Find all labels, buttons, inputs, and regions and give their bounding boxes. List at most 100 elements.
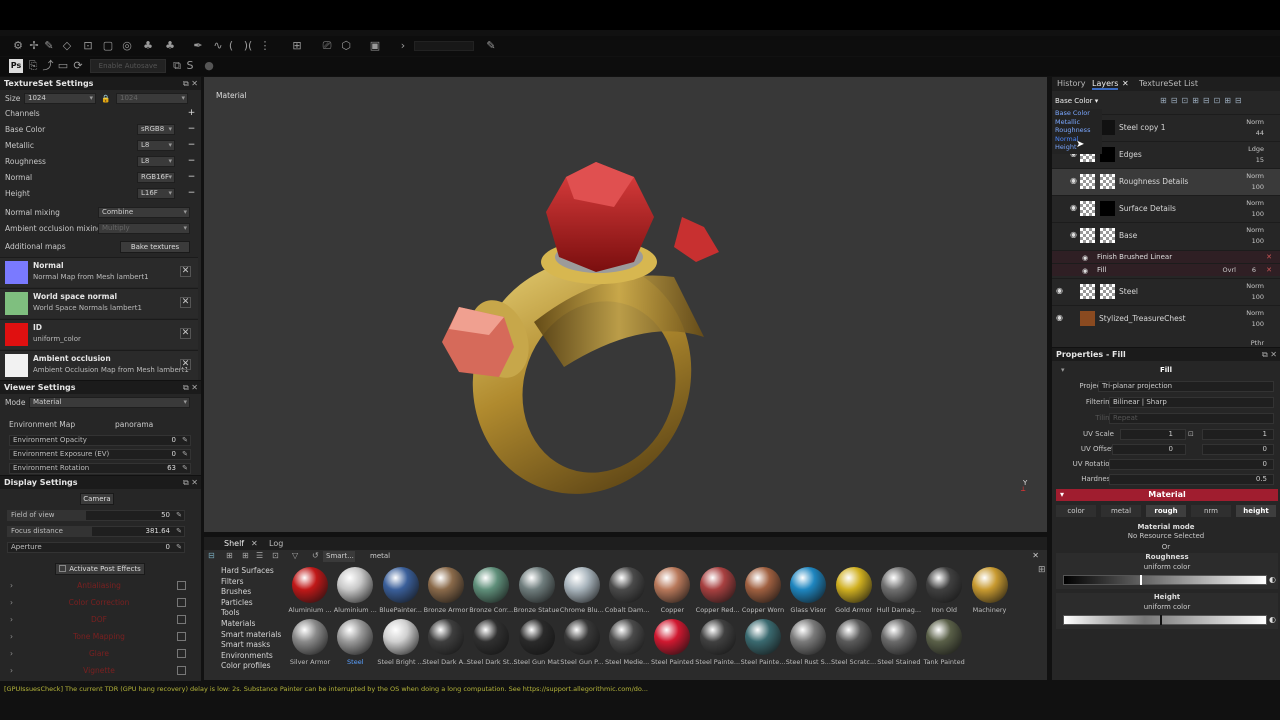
environment-exposure-slider[interactable]: Environment Exposure (EV) 0 ✎ xyxy=(9,449,191,460)
folder-icon[interactable]: ▭ xyxy=(56,59,70,73)
fill-section-header[interactable]: ▾ Fill xyxy=(1052,363,1280,378)
shelf-material[interactable]: Silver Armor xyxy=(287,619,333,679)
shelf-material[interactable]: Copper Red... xyxy=(695,567,741,627)
channel-format-dropdown[interactable]: L8 xyxy=(137,156,175,167)
projection-dropdown[interactable]: Tri-planar projection xyxy=(1098,381,1274,392)
uv-offset-input[interactable]: 0 xyxy=(1112,444,1186,455)
shelf-material[interactable]: Glass Visor xyxy=(785,567,831,627)
additional-map-item[interactable]: Normal Normal Map from Mesh lambert1 ✕ xyxy=(0,257,198,287)
shelf-material[interactable]: Steel Gun Mat xyxy=(513,619,560,679)
shelf-material[interactable]: Machinery xyxy=(967,567,1013,627)
shelf-material[interactable]: Copper xyxy=(649,567,695,627)
screenshot-icon[interactable]: ▣ xyxy=(368,39,382,53)
remove-map-button[interactable]: ✕ xyxy=(180,359,191,370)
shelf-material[interactable]: BluePainter... xyxy=(378,567,424,627)
shelf-material[interactable]: Copper Worn xyxy=(740,567,786,627)
shelf-material[interactable]: Steel Painte... xyxy=(740,619,786,679)
shelf-material[interactable]: Cobalt Dam... xyxy=(604,567,650,627)
tab-shelf[interactable]: Shelf xyxy=(224,537,244,550)
shelf-material[interactable]: Chrome Blu... xyxy=(559,567,605,627)
panel-controls[interactable]: ⧉ ✕ xyxy=(183,381,198,394)
tab-textureset-list[interactable]: TextureSet List xyxy=(1139,77,1198,90)
3d-viewport[interactable]: Material Y ┴ xyxy=(204,77,1047,532)
section-checkbox[interactable] xyxy=(177,649,186,658)
focus-distance-slider[interactable]: Focus distance 381.64 ✎ xyxy=(7,526,185,537)
visibility-icon[interactable]: ◉ xyxy=(1082,254,1088,262)
shelf-material[interactable]: Steel Painted xyxy=(649,619,695,679)
post-effects-checkbox[interactable] xyxy=(59,565,66,572)
uv-offset-input-2[interactable]: 0 xyxy=(1202,444,1274,455)
shelf-category[interactable]: Filters xyxy=(221,576,243,587)
field-of-view-slider[interactable]: Field of view 50 ✎ xyxy=(7,510,185,521)
tab-log[interactable]: Log xyxy=(269,537,283,550)
normal-mixing-dropdown[interactable]: Combine xyxy=(98,207,190,218)
material-picker-icon[interactable]: ♣ xyxy=(163,39,177,53)
edit-icon[interactable]: ✎ xyxy=(176,543,182,552)
shelf-material[interactable]: Bronze Statue xyxy=(514,567,560,627)
size-dropdown[interactable]: 1024 xyxy=(24,93,96,104)
cube-icon[interactable]: ⬡ xyxy=(339,39,353,53)
section-checkbox[interactable] xyxy=(177,581,186,590)
shelf-material[interactable]: Steel Medie... xyxy=(604,619,650,679)
channel-option[interactable]: Roughness xyxy=(1055,126,1090,134)
edit-icon[interactable]: ✎ xyxy=(484,39,498,53)
post-effect-section[interactable]: › Glare xyxy=(0,645,198,662)
list-icon[interactable]: ☰ xyxy=(256,551,263,560)
shelf-category[interactable]: Environments xyxy=(221,650,273,661)
folder-icon[interactable]: ⊡ xyxy=(272,551,279,560)
channel-dropdown[interactable]: Base Color ▾ xyxy=(1055,97,1101,107)
channel-format-dropdown[interactable]: L8 xyxy=(137,140,175,151)
shelf-category[interactable]: Smart materials xyxy=(221,629,281,640)
lock-icon[interactable]: ⊡ xyxy=(1188,427,1194,442)
smudge-icon[interactable]: ◎ xyxy=(120,39,134,53)
refresh-icon[interactable]: ⟳ xyxy=(71,59,85,73)
slider-handle[interactable] xyxy=(1160,615,1162,625)
aperture-slider[interactable]: Aperture 0 ✎ xyxy=(7,542,185,553)
autosave-toggle[interactable]: Enable Autosave xyxy=(90,59,166,73)
shelf-material[interactable]: Iron Old xyxy=(921,567,967,627)
post-effect-section[interactable]: › Antialiasing xyxy=(0,577,198,594)
shelf-material[interactable]: Steel Scratc... xyxy=(831,619,877,679)
camera-button[interactable]: Camera xyxy=(80,493,114,505)
share-icon[interactable]: ⤴ xyxy=(41,59,55,73)
edit-icon[interactable]: ✎ xyxy=(176,527,182,536)
mode-dropdown[interactable]: Material xyxy=(29,397,190,408)
remove-channel-icon[interactable]: − xyxy=(187,157,196,166)
channel-option[interactable]: Height xyxy=(1055,143,1077,151)
channel-option[interactable]: Metallic xyxy=(1055,118,1080,126)
filtering-dropdown[interactable]: Bilinear | Sharp xyxy=(1109,397,1274,408)
remove-channel-icon[interactable]: − xyxy=(187,173,196,182)
shelf-category[interactable]: Tools xyxy=(221,607,239,618)
search-input[interactable]: metal xyxy=(370,551,390,562)
edit-icon[interactable]: ✎ xyxy=(182,450,188,459)
settings-icon[interactable]: ⚙ xyxy=(11,39,25,53)
picker-icon[interactable]: ◐ xyxy=(1269,615,1276,624)
shelf-material[interactable]: Bronze Armor xyxy=(423,567,469,627)
layer-row[interactable]: ◉ Roughness Details Norm 100 xyxy=(1052,168,1280,195)
pen-icon[interactable]: ✒ xyxy=(191,39,205,53)
video-icon[interactable]: ⎚ xyxy=(320,39,334,53)
curve-icon[interactable]: ∿ xyxy=(211,39,225,53)
material-section-header[interactable]: ▾ Material xyxy=(1056,489,1278,501)
env-map-value[interactable]: panorama xyxy=(115,418,153,432)
channel-option[interactable]: Normal xyxy=(1055,135,1079,143)
import-icon[interactable]: ⊟ xyxy=(208,551,215,560)
panel-controls[interactable]: ⧉ ✕ xyxy=(183,476,198,489)
hardness-slider[interactable]: 0.5 xyxy=(1109,474,1274,485)
shelf-material[interactable]: Steel Stained xyxy=(876,619,922,679)
tab-layers[interactable]: Layers xyxy=(1092,77,1119,90)
layer-row[interactable]: ◉ Steel Norm 100 xyxy=(1052,278,1280,305)
activate-post-effects-button[interactable]: Activate Post Effects xyxy=(55,563,145,575)
size-dropdown-secondary[interactable]: 1024 xyxy=(116,93,188,104)
align-icon[interactable]: ⋮ xyxy=(258,39,272,53)
grid-icon[interactable]: ⊞ xyxy=(242,551,249,560)
height-slider[interactable] xyxy=(1063,615,1267,625)
additional-map-item[interactable]: Ambient occlusion Ambient Occlusion Map f… xyxy=(0,350,198,380)
shelf-material[interactable]: Steel Rust S... xyxy=(785,619,831,679)
photoshop-export-icon[interactable]: Ps xyxy=(9,59,23,73)
uv-scale-input[interactable]: 1 xyxy=(1120,429,1186,440)
eraser-icon[interactable]: ◇ xyxy=(60,39,74,53)
visibility-icon[interactable]: ◉ xyxy=(1056,287,1064,295)
channel-option[interactable]: Base Color xyxy=(1055,109,1090,117)
remove-channel-icon[interactable]: − xyxy=(187,189,196,198)
